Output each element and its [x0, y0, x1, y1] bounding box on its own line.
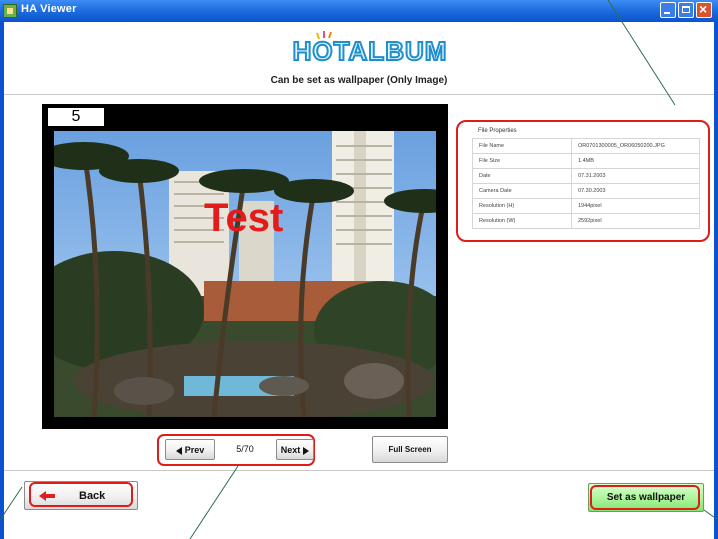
chevron-right-icon: [303, 446, 310, 455]
table-row: Resolution (W) 2592pixel: [472, 213, 700, 229]
title-bar: HA Viewer: [0, 0, 718, 22]
app-icon: [3, 4, 17, 18]
file-properties-title: File Properties: [478, 128, 517, 134]
table-row: File Name OR0701300005_OR06050200.JPG: [472, 138, 700, 154]
prev-label: Prev: [184, 445, 205, 455]
property-value: 2592pixel: [571, 213, 700, 229]
property-key: Resolution (H): [472, 198, 572, 214]
table-row: Date 07.31.2003: [472, 168, 700, 184]
next-label: Next: [280, 445, 301, 455]
property-key: Resolution (W): [472, 213, 572, 229]
photo-overlay-text: Test: [204, 196, 283, 240]
back-highlight: [29, 482, 133, 507]
window-frame-left: [0, 22, 4, 539]
file-properties-panel: File Properties File Name OR0701300005_OR…: [456, 120, 710, 242]
property-value: 1944pixel: [571, 198, 700, 214]
full-screen-button[interactable]: Full Screen: [372, 436, 448, 463]
set-wallpaper-button[interactable]: Set as wallpaper: [588, 483, 704, 512]
window-frame-right: [714, 22, 718, 539]
page-subtitle: Can be set as wallpaper (Only Image): [270, 75, 448, 86]
property-value: OR0701300005_OR06050200.JPG: [571, 138, 700, 154]
prev-button[interactable]: Prev: [165, 439, 215, 460]
property-value: 07.30.2003: [571, 183, 700, 199]
window-title: HA Viewer: [21, 3, 77, 15]
file-properties-table: File Name OR0701300005_OR06050200.JPG Fil…: [472, 138, 700, 229]
property-key: File Size: [472, 153, 572, 169]
callout-line-navigation: [189, 465, 239, 539]
table-row: File Size 1.4MB: [472, 153, 700, 169]
footer-divider: [4, 470, 714, 471]
hotalbum-logo: HOTALBUM: [280, 30, 460, 70]
chevron-left-icon: [175, 446, 182, 455]
property-value: 1.4MB: [571, 153, 700, 169]
logo-text: HOTALBUM: [292, 35, 448, 67]
header-divider: [4, 94, 714, 95]
next-button[interactable]: Next: [276, 439, 314, 460]
property-key: Date: [472, 168, 572, 184]
photo-number: 5: [48, 108, 104, 126]
minimize-button[interactable]: [660, 2, 676, 18]
property-value: 07.31.2003: [571, 168, 700, 184]
property-key: Camera Date: [472, 183, 572, 199]
maximize-button[interactable]: [678, 2, 694, 18]
table-row: Resolution (H) 1944pixel: [472, 198, 700, 214]
table-row: Camera Date 07.30.2003: [472, 183, 700, 199]
close-button[interactable]: [696, 1, 712, 18]
page-counter: 5/70: [236, 444, 254, 454]
property-key: File Name: [472, 138, 572, 154]
photo-image[interactable]: Test: [54, 131, 436, 417]
